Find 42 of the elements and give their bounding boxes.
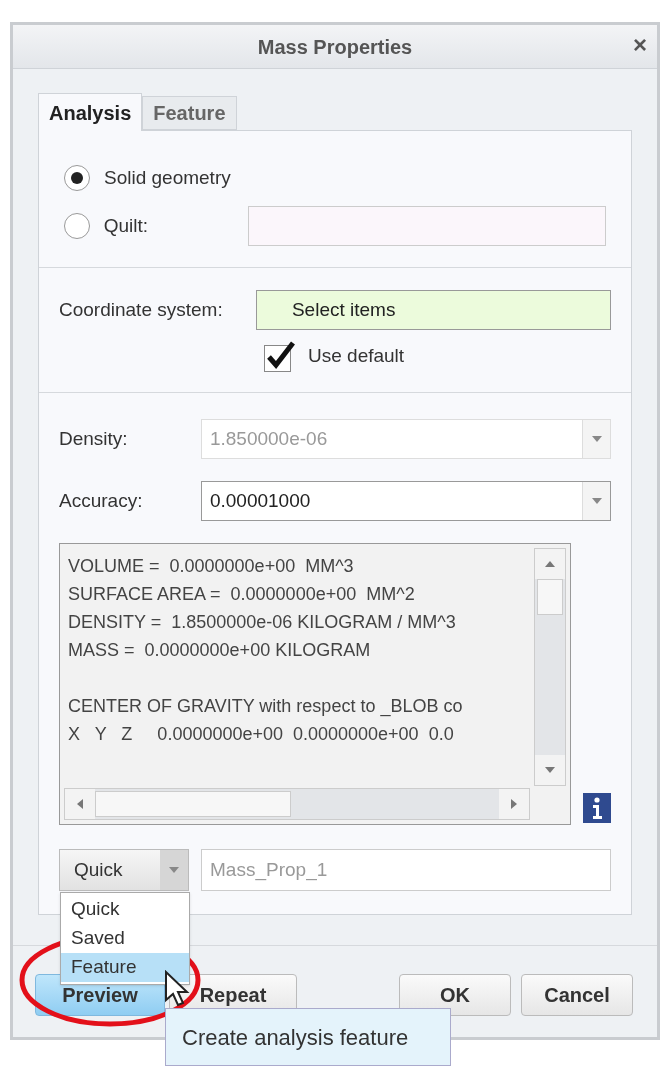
- scroll-right-icon[interactable]: [510, 798, 518, 810]
- menu-item[interactable]: Feature: [61, 953, 189, 982]
- field-label: Density:: [59, 426, 129, 451]
- result-line: DENSITY = 1.8500000e-06 KILOGRAM / MM^3: [68, 611, 457, 634]
- caret-icon: [590, 435, 603, 443]
- window-title: Mass Properties: [257, 34, 413, 60]
- name-field[interactable]: Mass_Prop_1: [201, 849, 611, 891]
- tooltip: Create analysis feature: [165, 1008, 451, 1066]
- result-line: SURFACE AREA = 0.0000000e+00 MM^2: [68, 583, 416, 606]
- menu-item[interactable]: Saved: [61, 924, 189, 953]
- info-icon[interactable]: [583, 793, 611, 823]
- scroll-left-icon[interactable]: [76, 798, 84, 810]
- dialog-button[interactable]: Cancel: [521, 974, 633, 1016]
- checkbox[interactable]: [264, 340, 296, 372]
- result-line: CENTER OF GRAVITY with respect to _BLOB co: [68, 695, 464, 719]
- radio-button[interactable]: [64, 213, 90, 239]
- vertical-scrollbar[interactable]: [534, 548, 566, 786]
- quilt-field[interactable]: [248, 206, 606, 246]
- radio-button[interactable]: [64, 165, 90, 191]
- close-button[interactable]: ×: [633, 33, 647, 57]
- field-label: Coordinate system:: [59, 297, 224, 322]
- result-line: MASS = 0.0000000e+00 KILOGRAM: [68, 639, 372, 662]
- result-line: VOLUME = 0.0000000e+00 MM^3: [68, 555, 355, 578]
- result-line: X Y Z 0.0000000e+00 0.0000000e+00 0.0: [68, 723, 455, 746]
- scroll-down-icon[interactable]: [544, 766, 556, 774]
- scroll-thumb[interactable]: [537, 579, 563, 615]
- mode-dropdown[interactable]: Quick: [59, 849, 190, 891]
- scroll-up-icon[interactable]: [544, 560, 556, 568]
- tab[interactable]: Feature: [142, 96, 237, 130]
- scroll-thumb[interactable]: [95, 791, 291, 817]
- dialog-button[interactable]: OK: [399, 974, 511, 1016]
- radio-label: Solid geometry: [104, 165, 232, 190]
- caret-icon: [590, 497, 603, 505]
- checkbox-label: Use default: [308, 343, 405, 368]
- horizontal-scrollbar[interactable]: [64, 788, 530, 820]
- tab[interactable]: Analysis: [38, 93, 143, 131]
- caret-icon: [168, 866, 181, 874]
- selection-field[interactable]: Select items: [255, 290, 611, 330]
- field-label: Accuracy:: [59, 488, 144, 513]
- radio-label: Quilt:: [103, 213, 150, 238]
- menu-item[interactable]: Quick: [61, 895, 189, 924]
- dropdown-field[interactable]: 0.00001000: [200, 481, 611, 521]
